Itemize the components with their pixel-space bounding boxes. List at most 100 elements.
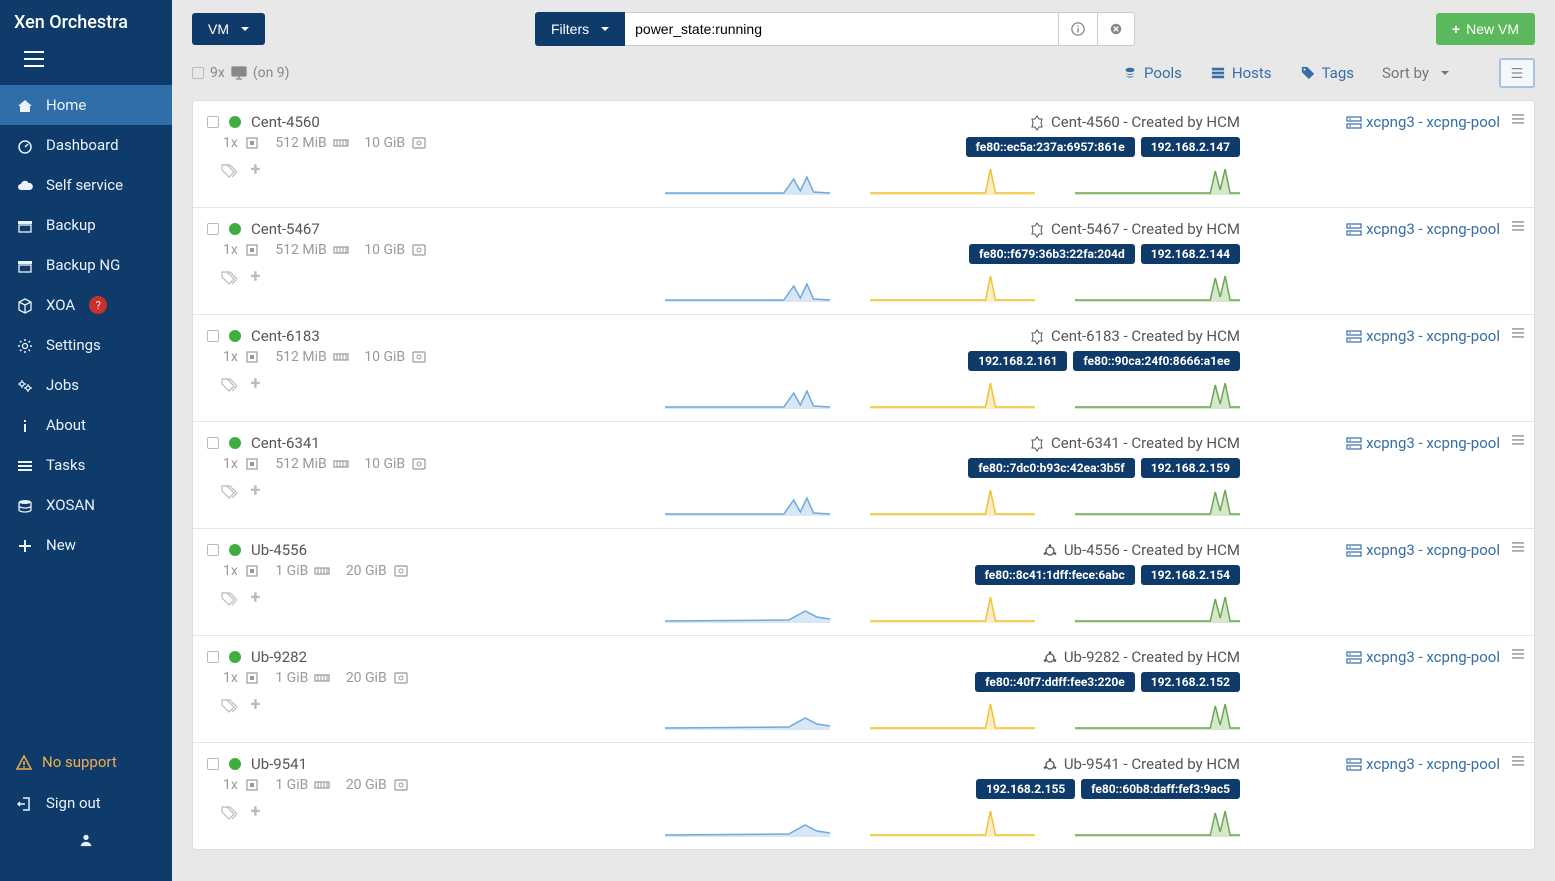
vm-checkbox[interactable] [207,437,219,449]
tags-icon [221,591,237,607]
sidebar-item-dashboard[interactable]: Dashboard [0,125,172,165]
vm-checkbox[interactable] [207,651,219,663]
filter-hosts[interactable]: Hosts [1210,64,1272,82]
select-all-checkbox[interactable] [192,67,204,79]
sidebar-item-new[interactable]: New [0,525,172,565]
vm-list: Cent-4560 1x 512 MiB 10 GiB + Cent-4560 … [192,100,1535,850]
sidebar-item-settings[interactable]: Settings [0,325,172,365]
add-tag-button[interactable]: + [250,694,260,715]
ip-badge[interactable]: 192.168.2.161 [968,351,1067,371]
tags-icon [221,377,237,393]
host-link[interactable]: xcpng3 - xcpng-pool [1346,648,1500,666]
disk-icon [411,135,427,151]
vm-checkbox[interactable] [207,330,219,342]
add-tag-button[interactable]: + [250,373,260,394]
status-dot-running [229,544,241,556]
vm-row[interactable]: Cent-4560 1x 512 MiB 10 GiB + Cent-4560 … [193,101,1534,208]
disk-icon [411,242,427,258]
sidebar-item-backup[interactable]: Backup [0,205,172,245]
cpu-icon [244,456,260,472]
sidebar-item-xoa[interactable]: XOA ? [0,285,172,325]
vm-disk: 20 GiB [346,777,387,793]
vm-row[interactable]: Cent-5467 1x 512 MiB 10 GiB + Cent-5467 … [193,208,1534,315]
ip-badge[interactable]: 192.168.2.159 [1141,458,1240,478]
gears-icon [16,376,34,394]
user-avatar[interactable] [0,823,172,861]
ram-sparkline [870,167,1035,195]
sidebar-item-label: Backup NG [46,256,120,274]
cpu-sparkline [665,488,830,516]
ip-badge[interactable]: 192.168.2.152 [1141,672,1240,692]
no-support-warning[interactable]: No support [0,741,172,783]
badge: ? [89,296,107,314]
view-toggle[interactable] [1499,58,1535,88]
sidebar-item-jobs[interactable]: Jobs [0,365,172,405]
ip-badge[interactable]: 192.168.2.155 [976,779,1075,799]
host-link[interactable]: xcpng3 - xcpng-pool [1346,434,1500,452]
sidebar-item-about[interactable]: About [0,405,172,445]
ip-badge[interactable]: 192.168.2.144 [1141,244,1240,264]
filters-dropdown[interactable]: Filters [535,12,625,46]
row-menu-button[interactable] [1510,646,1526,666]
sort-by-dropdown[interactable]: Sort by [1382,64,1449,82]
vm-checkbox[interactable] [207,116,219,128]
vm-row[interactable]: Ub-9541 1x 1 GiB 20 GiB + Ub-9541 - Crea… [193,743,1534,849]
add-tag-button[interactable]: + [250,480,260,501]
archive-icon [16,256,34,274]
ip-badge[interactable]: fe80::40f7:ddff:fee3:220e [975,672,1135,692]
ip-badge[interactable]: 192.168.2.147 [1141,137,1240,157]
search-info-button[interactable] [1059,12,1098,46]
search-input[interactable] [625,12,1059,46]
server-icon [1346,220,1362,238]
add-tag-button[interactable]: + [250,587,260,608]
ip-badge[interactable]: fe80::90ca:24f0:8666:a1ee [1073,351,1240,371]
new-vm-button[interactable]: +New VM [1436,13,1535,45]
sidebar-item-self-service[interactable]: Self service [0,165,172,205]
ip-badge[interactable]: 192.168.2.154 [1141,565,1240,585]
row-menu-button[interactable] [1510,753,1526,773]
row-menu-button[interactable] [1510,325,1526,345]
host-link[interactable]: xcpng3 - xcpng-pool [1346,220,1500,238]
plus-icon [16,536,34,554]
vm-checkbox[interactable] [207,758,219,770]
vm-row[interactable]: Ub-4556 1x 1 GiB 20 GiB + Ub-4556 - Crea… [193,529,1534,636]
tags-icon [221,484,237,500]
vm-checkbox[interactable] [207,544,219,556]
vm-row[interactable]: Cent-6183 1x 512 MiB 10 GiB + Cent-6183 … [193,315,1534,422]
ram-icon [314,563,330,579]
cpu-sparkline [665,167,830,195]
filter-tags[interactable]: Tags [1300,64,1354,82]
host-link[interactable]: xcpng3 - xcpng-pool [1346,327,1500,345]
search-clear-button[interactable] [1098,12,1135,46]
sidebar-item-home[interactable]: Home [0,85,172,125]
host-link[interactable]: xcpng3 - xcpng-pool [1346,541,1500,559]
row-menu-button[interactable] [1510,432,1526,452]
ip-badge[interactable]: fe80::60b8:daff:fef3:9ac5 [1081,779,1240,799]
sidebar-item-tasks[interactable]: Tasks [0,445,172,485]
vm-row[interactable]: Ub-9282 1x 1 GiB 20 GiB + Ub-9282 - Crea… [193,636,1534,743]
vm-total: (on 9) [253,65,290,81]
vm-type-dropdown[interactable]: VM [192,13,265,45]
filter-pools[interactable]: Pools [1122,64,1182,82]
sidebar-item-xosan[interactable]: XOSAN [0,485,172,525]
host-link[interactable]: xcpng3 - xcpng-pool [1346,755,1500,773]
vm-checkbox[interactable] [207,223,219,235]
row-menu-button[interactable] [1510,111,1526,131]
host-link[interactable]: xcpng3 - xcpng-pool [1346,113,1500,131]
net-sparkline [1075,809,1240,837]
row-menu-button[interactable] [1510,539,1526,559]
ip-badge[interactable]: fe80::8c41:1dff:fece:6abc [975,565,1135,585]
ip-badge[interactable]: fe80::ec5a:237a:6957:861e [966,137,1135,157]
row-menu-button[interactable] [1510,218,1526,238]
ip-badge[interactable]: fe80::7dc0:b93c:42ea:3b5f [968,458,1134,478]
filterbar: 9x (on 9) Pools Hosts Tags Sort by [172,54,1555,100]
ip-badge[interactable]: fe80::f679:36b3:22fa:204d [969,244,1135,264]
menu-toggle[interactable] [0,45,172,85]
add-tag-button[interactable]: + [250,801,260,822]
vm-row[interactable]: Cent-6341 1x 512 MiB 10 GiB + Cent-6341 … [193,422,1534,529]
signout-button[interactable]: Sign out [0,783,172,823]
add-tag-button[interactable]: + [250,159,260,180]
server-icon [1346,648,1362,666]
add-tag-button[interactable]: + [250,266,260,287]
sidebar-item-backup-ng[interactable]: Backup NG [0,245,172,285]
